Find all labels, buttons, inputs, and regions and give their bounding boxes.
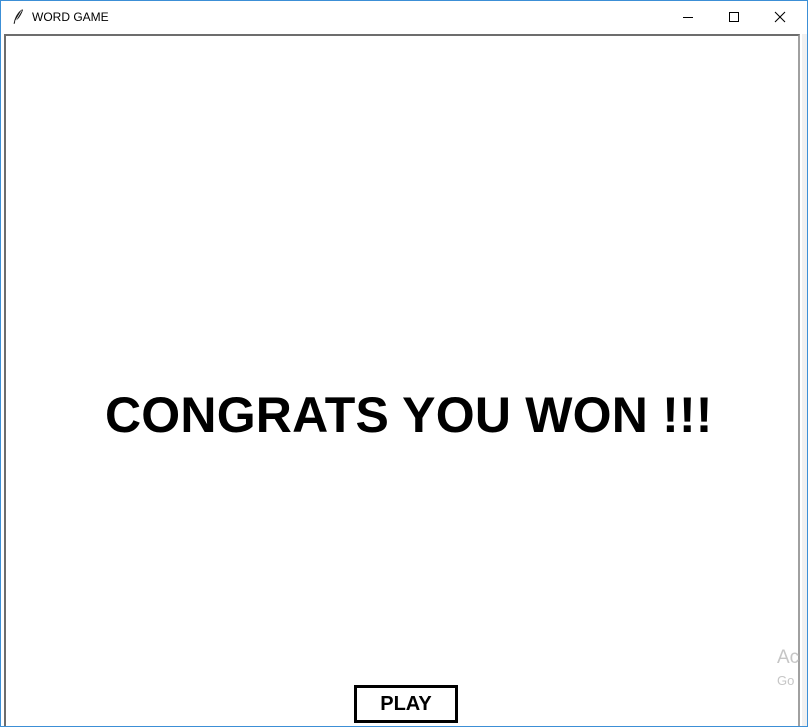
minimize-icon [683,17,693,18]
title-bar[interactable]: WORD GAME [1,1,807,32]
minimize-button[interactable] [665,1,711,32]
win-message: CONGRATS YOU WON !!! [105,387,713,443]
close-icon [774,11,786,23]
app-window: WORD GAME CONGRATS YOU WON !!! PLAY [0,0,808,727]
window-right-edge [802,34,807,726]
maximize-icon [729,12,739,22]
watermark-line-2: Go [777,673,795,688]
window-title: WORD GAME [32,10,109,24]
play-button[interactable]: PLAY [354,685,458,723]
close-button[interactable] [757,1,803,32]
maximize-button[interactable] [711,1,757,32]
activation-watermark: Ac Go [777,646,799,690]
feather-icon [11,8,25,25]
game-canvas [4,34,800,726]
watermark-line-1: Ac [777,647,800,668]
